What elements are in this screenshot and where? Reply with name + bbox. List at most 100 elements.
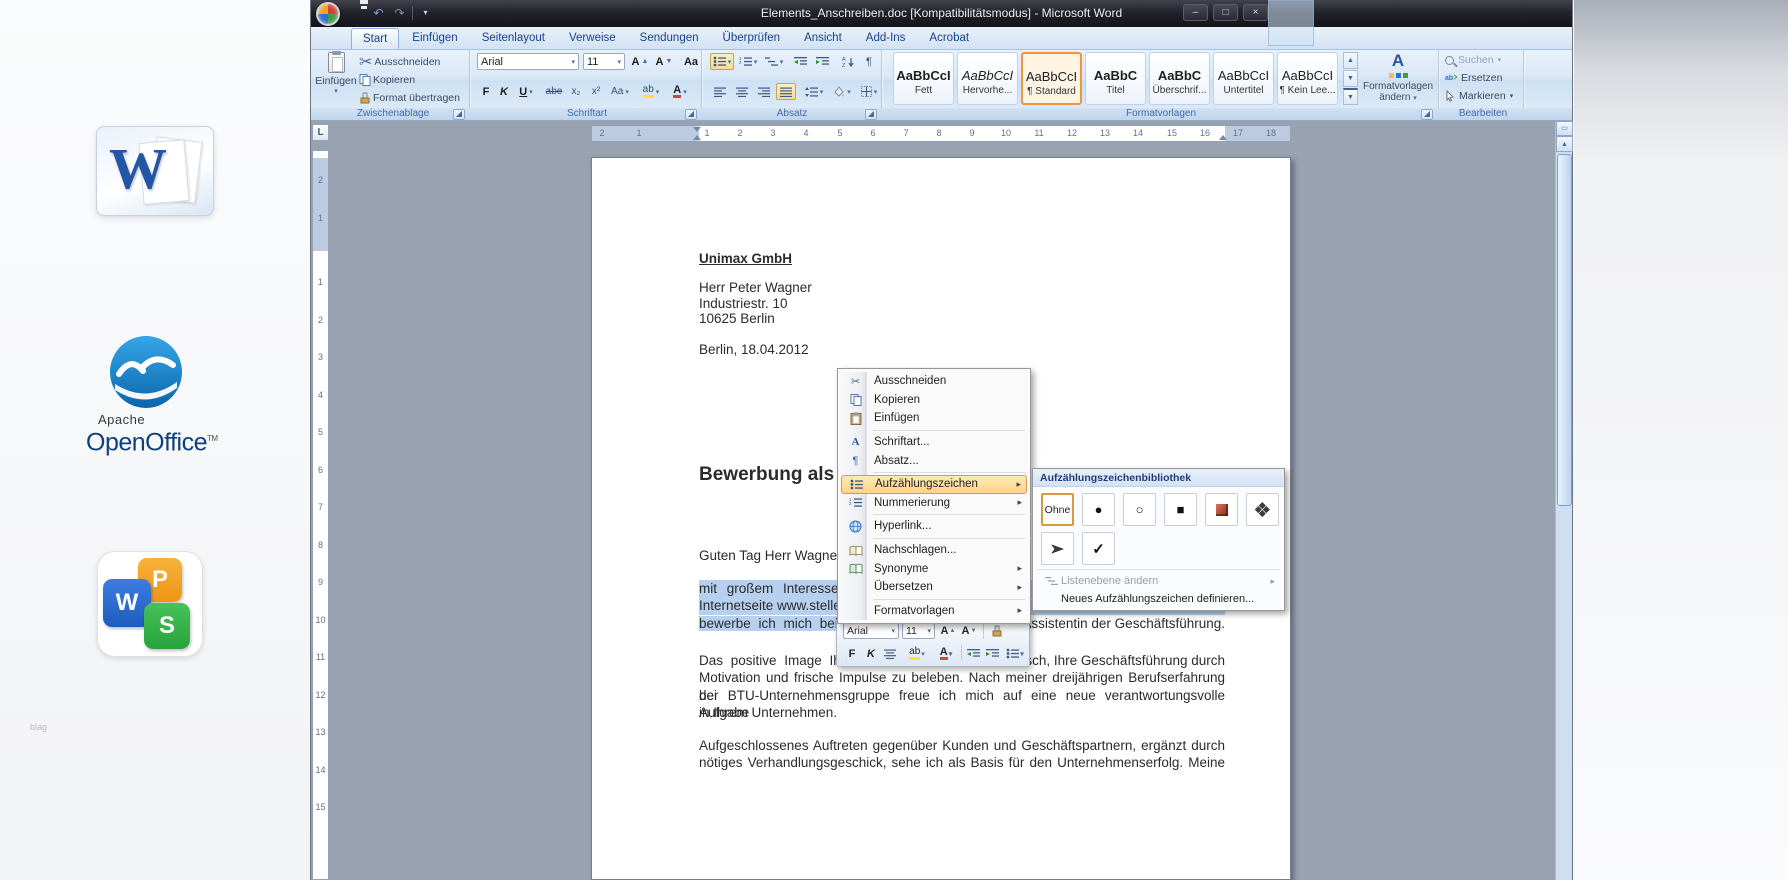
ruler-toggle-button[interactable]: ▭	[1556, 121, 1573, 136]
paragraph-dialog-launcher[interactable]: ◢	[865, 109, 877, 120]
define-new-bullet-item[interactable]: Neues Aufzählungszeichen definieren...	[1037, 590, 1280, 608]
menu-item-synonyme[interactable]: Synonyme ▸	[841, 559, 1027, 578]
menu-item-nachschlagen[interactable]: Nachschlagen...	[841, 541, 1027, 560]
align-left-button[interactable]	[710, 83, 730, 100]
copy-button[interactable]: Kopieren	[359, 72, 415, 88]
style-standard[interactable]: AaBbCcI ¶ Standard	[1021, 52, 1082, 105]
minimize-button[interactable]: –	[1183, 4, 1208, 21]
menu-item-nummerierung[interactable]: 12 Nummerierung ▸	[841, 494, 1027, 513]
mini-decrease-indent-button[interactable]	[964, 645, 982, 662]
style-untertitel[interactable]: AaBbCcI Untertitel	[1213, 52, 1274, 105]
change-case-button[interactable]: Aa▾	[607, 83, 633, 100]
menu-item-aufzaehlungszeichen[interactable]: Aufzählungszeichen ▸	[841, 475, 1027, 494]
mini-grow-font-button[interactable]: A▲	[938, 623, 958, 639]
menu-item-ausschneiden[interactable]: ✂ Ausschneiden	[841, 372, 1027, 391]
shading-button[interactable]: ▾	[830, 83, 854, 100]
paste-button[interactable]: Einfügen ▾	[319, 52, 353, 106]
mini-font-name-combo[interactable]: Arial ▾	[843, 623, 899, 639]
replace-button[interactable]: ab Ersetzen	[1445, 72, 1502, 84]
menu-item-uebersetzen[interactable]: Übersetzen ▸	[841, 578, 1027, 597]
bullets-button[interactable]: ▾	[710, 53, 734, 70]
bullet-option-filled-circle[interactable]: ●	[1082, 493, 1115, 526]
subscript-button[interactable]: x₂	[567, 83, 585, 100]
clear-formatting-button[interactable]: Aa	[679, 53, 703, 70]
tab-seitenlayout[interactable]: Seitenlayout	[471, 28, 556, 49]
numbering-button[interactable]: 12 ▾	[736, 53, 760, 70]
style-hervorhebung[interactable]: AaBbCcI Hervorhe...	[957, 52, 1018, 105]
change-styles-button[interactable]: A Formatvorlagen ändern ▾	[1361, 52, 1435, 106]
bullet-option-arrow[interactable]	[1041, 532, 1074, 565]
underline-button[interactable]: U▾	[513, 83, 539, 100]
mini-format-painter-button[interactable]	[987, 623, 1007, 639]
style-titel[interactable]: AaBbC Titel	[1085, 52, 1146, 105]
sort-button[interactable]: AZ	[838, 53, 858, 70]
decrease-indent-button[interactable]	[790, 53, 810, 70]
close-button[interactable]: ×	[1243, 4, 1268, 21]
align-center-button[interactable]	[732, 83, 752, 100]
menu-item-hyperlink[interactable]: Hyperlink...	[841, 517, 1027, 536]
tab-ansicht[interactable]: Ansicht	[793, 28, 853, 49]
mini-bold-button[interactable]: F	[843, 645, 861, 662]
strikethrough-button[interactable]: abe	[541, 83, 567, 100]
bullet-option-filled-square[interactable]: ■	[1164, 493, 1197, 526]
borders-button[interactable]: ▾	[858, 83, 880, 100]
cut-button[interactable]: ✂ Ausschneiden	[359, 54, 440, 70]
superscript-button[interactable]: x²	[587, 83, 605, 100]
font-size-combo[interactable]: 11 ▾	[583, 53, 625, 70]
show-paragraph-marks-button[interactable]: ¶	[860, 53, 878, 70]
tab-start[interactable]: Start	[351, 28, 399, 49]
mini-increase-indent-button[interactable]	[983, 645, 1001, 662]
select-button[interactable]: Markieren ▾	[1445, 90, 1513, 102]
mini-font-color-button[interactable]: A ▾	[933, 645, 959, 662]
format-painter-button[interactable]: Format übertragen	[359, 90, 460, 106]
hanging-indent-marker[interactable]	[693, 135, 701, 140]
mini-align-center-button[interactable]	[881, 645, 899, 662]
menu-item-einfuegen[interactable]: Einfügen	[841, 409, 1027, 428]
bullet-option-checkmark[interactable]: ✓	[1082, 532, 1115, 565]
menu-item-absatz[interactable]: ¶ Absatz...	[841, 451, 1027, 470]
right-indent-marker[interactable]	[1219, 135, 1227, 140]
style-kein-leerraum[interactable]: AaBbCcI ¶ Kein Lee...	[1277, 52, 1338, 105]
change-list-level-item[interactable]: Listenebene ändern ▸	[1037, 572, 1280, 590]
align-right-button[interactable]	[754, 83, 774, 100]
menu-item-schriftart[interactable]: A Schriftart...	[841, 433, 1027, 452]
tab-ueberpruefen[interactable]: Überprüfen	[712, 28, 792, 49]
tab-einfuegen[interactable]: Einfügen	[401, 28, 468, 49]
styles-scroll-down-button[interactable]: ▼	[1343, 70, 1358, 87]
bullet-option-none[interactable]: Ohne	[1041, 493, 1074, 526]
mini-highlight-button[interactable]: ab ▾	[903, 645, 931, 662]
scroll-up-button[interactable]: ▲	[1556, 136, 1573, 152]
tab-acrobat[interactable]: Acrobat	[918, 28, 980, 49]
styles-dialog-launcher[interactable]: ◢	[1421, 109, 1433, 120]
styles-more-button[interactable]: ▼	[1343, 88, 1358, 105]
grow-font-button[interactable]: A▲	[629, 53, 651, 70]
bullet-option-four-diamonds[interactable]	[1246, 493, 1279, 526]
bullet-option-open-circle[interactable]: ○	[1123, 493, 1156, 526]
multilevel-list-button[interactable]: ▾	[762, 53, 786, 70]
bold-button[interactable]: F	[477, 83, 495, 100]
style-ueberschrift[interactable]: AaBbC Überschrif...	[1149, 52, 1210, 105]
line-spacing-button[interactable]: ▾	[802, 83, 826, 100]
menu-item-formatvorlagen[interactable]: Formatvorlagen ▸	[841, 602, 1027, 621]
text-highlight-button[interactable]: ab▾	[637, 83, 665, 100]
scrollbar-thumb[interactable]	[1557, 154, 1572, 506]
mini-shrink-font-button[interactable]: A▼	[959, 623, 979, 639]
menu-item-kopieren[interactable]: Kopieren	[841, 391, 1027, 410]
tab-stop-selector[interactable]: L	[312, 124, 329, 141]
mini-font-size-combo[interactable]: 11 ▾	[902, 623, 935, 639]
tab-verweise[interactable]: Verweise	[558, 28, 627, 49]
shrink-font-button[interactable]: A▼	[653, 53, 675, 70]
font-dialog-launcher[interactable]: ◢	[685, 109, 697, 120]
font-color-button[interactable]: A▾	[667, 83, 693, 100]
tab-sendungen[interactable]: Sendungen	[629, 28, 710, 49]
find-button[interactable]: Suchen ▾	[1445, 54, 1501, 66]
styles-scroll-up-button[interactable]: ▲	[1343, 52, 1358, 69]
first-line-indent-marker[interactable]	[693, 127, 701, 132]
mini-italic-button[interactable]: K	[862, 645, 880, 662]
justify-button[interactable]	[776, 83, 796, 100]
italic-button[interactable]: K	[495, 83, 513, 100]
bullet-option-3d-box[interactable]	[1205, 493, 1238, 526]
clipboard-dialog-launcher[interactable]: ◢	[453, 109, 465, 120]
style-fett[interactable]: AaBbCcI Fett	[893, 52, 954, 105]
maximize-button[interactable]: □	[1213, 4, 1238, 21]
